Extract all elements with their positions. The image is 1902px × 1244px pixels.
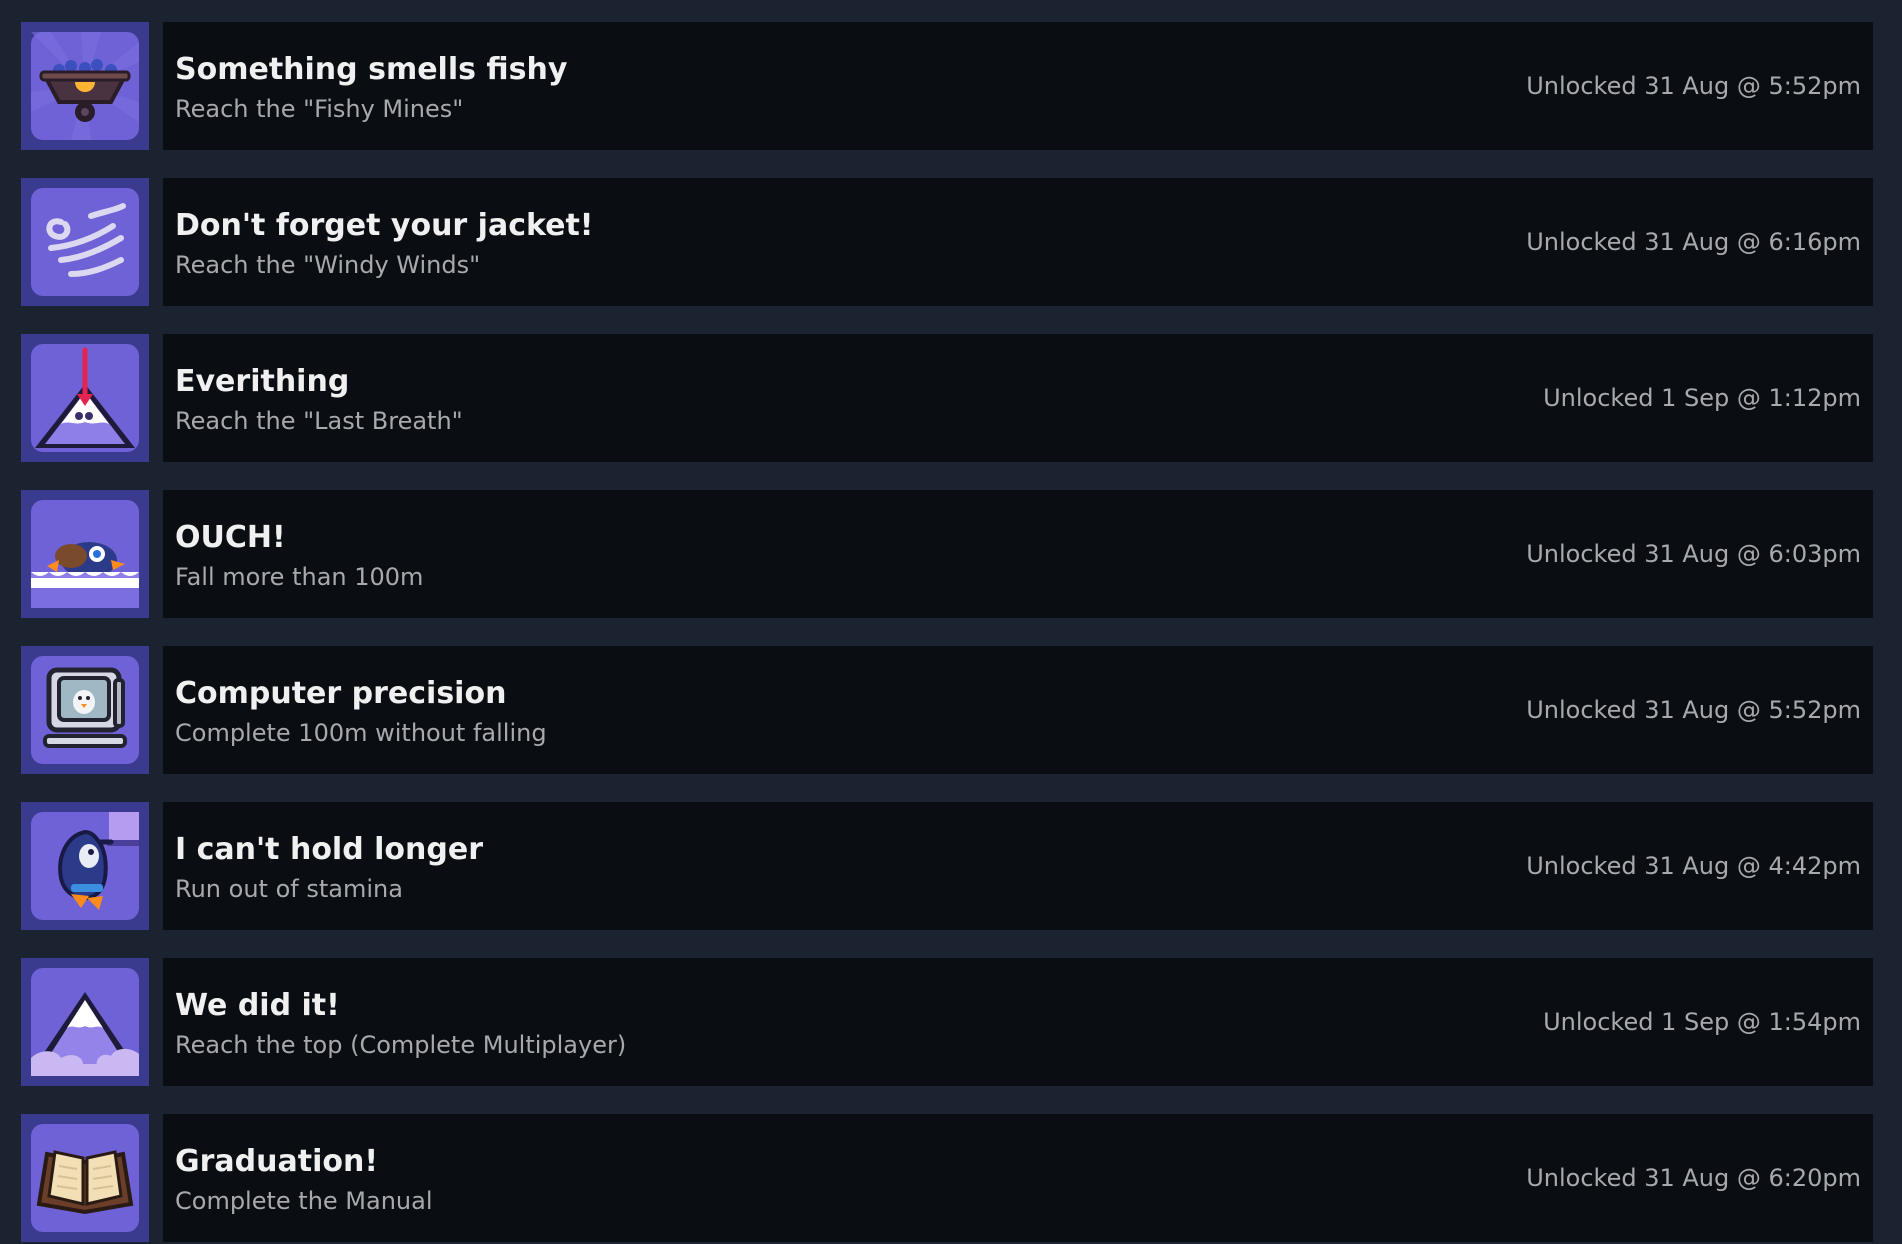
achievement-description: Complete the Manual [175, 1187, 433, 1215]
achievement-row: Everithing Reach the "Last Breath" Unloc… [0, 334, 1902, 462]
achievement-card: I can't hold longer Run out of stamina U… [163, 802, 1873, 930]
unlock-timestamp: Unlocked 31 Aug @ 6:03pm [1526, 540, 1861, 568]
unlock-timestamp: Unlocked 1 Sep @ 1:12pm [1543, 384, 1861, 412]
achievement-row: Graduation! Complete the Manual Unlocked… [0, 1114, 1902, 1242]
achievement-title: I can't hold longer [175, 832, 483, 867]
mountain-summit-icon [21, 958, 149, 1086]
unlock-timestamp: Unlocked 31 Aug @ 6:16pm [1526, 228, 1861, 256]
achievement-title: Everithing [175, 364, 350, 399]
achievement-description: Reach the "Fishy Mines" [175, 95, 464, 123]
unlock-timestamp: Unlocked 31 Aug @ 5:52pm [1526, 72, 1861, 100]
achievement-title: Graduation! [175, 1144, 379, 1179]
achievement-row: I can't hold longer Run out of stamina U… [0, 802, 1902, 930]
achievement-title: Something smells fishy [175, 52, 568, 87]
achievement-description: Reach the "Last Breath" [175, 407, 463, 435]
achievement-list: Something smells fishy Reach the "Fishy … [0, 0, 1902, 1244]
achievement-title: OUCH! [175, 520, 286, 555]
achievement-card: Graduation! Complete the Manual Unlocked… [163, 1114, 1873, 1242]
open-book-icon [21, 1114, 149, 1242]
mine-cart-icon [21, 22, 149, 150]
achievement-description: Fall more than 100m [175, 563, 424, 591]
achievement-row: Something smells fishy Reach the "Fishy … [0, 22, 1902, 150]
achievement-card: We did it! Reach the top (Complete Multi… [163, 958, 1873, 1086]
fallen-penguin-icon [21, 490, 149, 618]
achievement-card: Computer precision Complete 100m without… [163, 646, 1873, 774]
unlock-timestamp: Unlocked 31 Aug @ 4:42pm [1526, 852, 1861, 880]
computer-penguin-icon [21, 646, 149, 774]
hanging-penguin-icon [21, 802, 149, 930]
achievement-card: OUCH! Fall more than 100m Unlocked 31 Au… [163, 490, 1873, 618]
achievement-card: Don't forget your jacket! Reach the "Win… [163, 178, 1873, 306]
unlock-timestamp: Unlocked 1 Sep @ 1:54pm [1543, 1008, 1861, 1036]
achievement-title: Computer precision [175, 676, 507, 711]
achievement-title: Don't forget your jacket! [175, 208, 594, 243]
unlock-timestamp: Unlocked 31 Aug @ 6:20pm [1526, 1164, 1861, 1192]
achievement-description: Reach the "Windy Winds" [175, 251, 481, 279]
achievement-row: Don't forget your jacket! Reach the "Win… [0, 178, 1902, 306]
achievement-title: We did it! [175, 988, 340, 1023]
wind-icon [21, 178, 149, 306]
mountain-arrow-icon [21, 334, 149, 462]
unlock-timestamp: Unlocked 31 Aug @ 5:52pm [1526, 696, 1861, 724]
achievement-description: Run out of stamina [175, 875, 403, 903]
achievement-card: Something smells fishy Reach the "Fishy … [163, 22, 1873, 150]
achievement-row: We did it! Reach the top (Complete Multi… [0, 958, 1902, 1086]
achievement-description: Complete 100m without falling [175, 719, 547, 747]
achievement-row: Computer precision Complete 100m without… [0, 646, 1902, 774]
achievement-card: Everithing Reach the "Last Breath" Unloc… [163, 334, 1873, 462]
achievement-description: Reach the top (Complete Multiplayer) [175, 1031, 627, 1059]
achievement-row: OUCH! Fall more than 100m Unlocked 31 Au… [0, 490, 1902, 618]
